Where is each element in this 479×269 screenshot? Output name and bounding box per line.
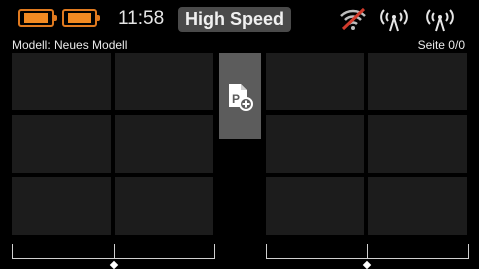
- page-indicator: Seite 0/0: [417, 38, 465, 52]
- grid-tile[interactable]: [266, 115, 364, 173]
- grid-tile[interactable]: [12, 53, 111, 110]
- grid-tile[interactable]: [12, 177, 111, 235]
- grid-tile[interactable]: [12, 115, 111, 173]
- battery-icon: [62, 9, 100, 27]
- right-position-marker: [362, 260, 372, 269]
- grid-tile[interactable]: [115, 115, 213, 173]
- left-bracket-divider: [114, 244, 115, 258]
- battery-icon: [18, 9, 57, 27]
- mode-badge[interactable]: High Speed: [178, 7, 291, 32]
- grid-tile[interactable]: [266, 177, 364, 235]
- antenna-icon: [422, 6, 458, 32]
- status-bar: 11:58 High Speed: [0, 0, 479, 38]
- left-position-marker: [109, 260, 119, 269]
- svg-text:P: P: [232, 92, 240, 106]
- right-bracket-divider: [367, 244, 368, 258]
- model-name: Modell: Neues Modell: [12, 38, 128, 52]
- add-page-p-icon: P: [227, 83, 253, 111]
- grid-tile[interactable]: [368, 115, 467, 173]
- grid-tile[interactable]: [115, 177, 213, 235]
- grid-tile[interactable]: [115, 53, 213, 110]
- wifi-off-icon: [338, 7, 368, 31]
- antenna-icon: [376, 6, 412, 32]
- add-page-button[interactable]: P: [219, 53, 261, 139]
- clock-time: 11:58: [118, 8, 165, 29]
- grid-tile[interactable]: [368, 177, 467, 235]
- grid-tile[interactable]: [266, 53, 364, 110]
- grid-tile[interactable]: [368, 53, 467, 110]
